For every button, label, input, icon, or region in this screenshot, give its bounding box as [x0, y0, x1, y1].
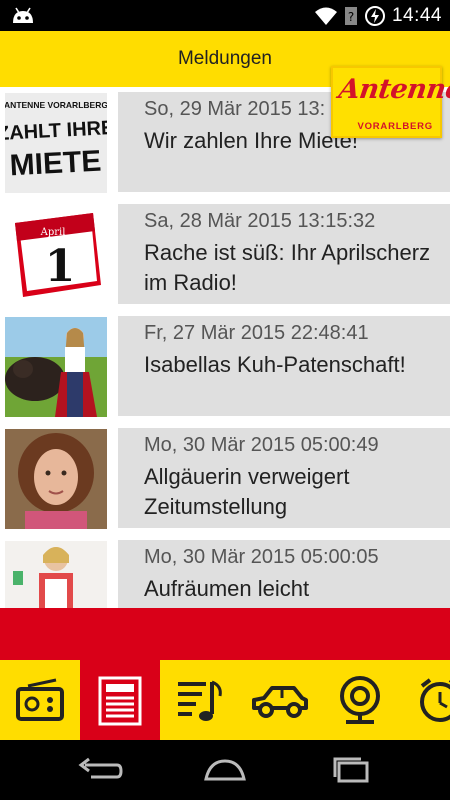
android-debug-icon: [13, 7, 33, 23]
home-icon[interactable]: [200, 755, 250, 785]
news-item[interactable]: Mo, 30 Mär 2015 05:00:05 Aufräumen leich…: [0, 535, 450, 608]
nav-traffic-button[interactable]: [240, 660, 320, 740]
thumb-text-mid: 1: [45, 241, 76, 292]
antenne-vorarlberg-logo[interactable]: Antenne VORARLBERG: [331, 66, 450, 138]
clock: 14:44: [391, 4, 442, 26]
news-card[interactable]: Sa, 28 Mär 2015 13:15:32 Rache ist süß: …: [118, 204, 450, 304]
news-card[interactable]: Mo, 30 Mär 2015 05:00:05 Aufräumen leich…: [118, 540, 450, 608]
news-item[interactable]: Fr, 27 Mär 2015 22:48:41 Isabellas Kuh-P…: [0, 311, 450, 423]
news-item[interactable]: April 1 Sa, 28 Mär 2015 13:15:32 Rache i…: [0, 199, 450, 311]
zahlt-ihre-miete-thumbnail: ANTENNE VORARLBERG ZAHLT IHRE MIETE: [5, 93, 107, 193]
status-bar: ? 14:44: [0, 0, 450, 31]
news-card[interactable]: Fr, 27 Mär 2015 22:48:41 Isabellas Kuh-P…: [118, 316, 450, 416]
news-headline: Rache ist süß: Ihr Aprilscherz im Radio!: [144, 240, 431, 295]
thumb-text-top: ANTENNE VORARLBERG: [5, 100, 107, 110]
news-headline: Aufräumen leicht: [144, 576, 310, 601]
woman-cleaning-thumbnail: [5, 541, 107, 608]
car-icon: [252, 686, 308, 718]
nav-news-button[interactable]: [80, 660, 160, 740]
news-date: Sa, 28 Mär 2015 13:15:32: [144, 210, 376, 232]
news-headline: Allgäuerin verweigert Zeitumstellung: [144, 464, 350, 519]
logo-subtext: VORARLBERG: [357, 121, 433, 132]
news-item[interactable]: Mo, 30 Mär 2015 05:00:49 Allgäuerin verw…: [0, 423, 450, 535]
news-card[interactable]: Mo, 30 Mär 2015 05:00:49 Allgäuerin verw…: [118, 428, 450, 528]
back-icon[interactable]: [75, 755, 125, 785]
recent-apps-icon[interactable]: [327, 755, 377, 785]
nav-playlist-button[interactable]: [160, 660, 240, 740]
wifi-icon: [314, 7, 337, 25]
news-date: Mo, 30 Mär 2015 05:00:49: [144, 434, 379, 456]
bottom-nav: [0, 660, 450, 740]
news-headline: Isabellas Kuh-Patenschaft!: [144, 352, 406, 377]
playlist-music-icon: [178, 680, 222, 721]
news-list[interactable]: ANTENNE VORARLBERG ZAHLT IHRE MIETE So, …: [0, 87, 450, 608]
newspaper-icon: [98, 676, 142, 726]
april-calendar-thumbnail: April 1: [5, 205, 107, 305]
news-date: Fr, 27 Mär 2015 22:48:41: [144, 322, 369, 344]
nav-webcam-button[interactable]: [320, 660, 400, 740]
woman-with-cow-thumbnail: [5, 317, 107, 417]
thumb-text-top: April: [40, 227, 66, 238]
news-date: Mo, 30 Mär 2015 05:00:05: [144, 546, 379, 568]
sim-unknown-icon: ?: [344, 6, 357, 25]
alarm-clock-icon: [420, 678, 450, 722]
radio-icon: [16, 678, 64, 721]
svg-text:?: ?: [348, 10, 354, 24]
logo-brand: Antenne: [336, 74, 450, 105]
thumb-text-bottom: MIETE: [9, 145, 102, 183]
nav-alarm-button[interactable]: [400, 660, 450, 740]
woman-portrait-thumbnail: [5, 429, 107, 529]
system-nav-bar: [0, 740, 450, 800]
player-bar[interactable]: [0, 608, 450, 660]
webcam-icon: [340, 676, 380, 724]
news-date: So, 29 Mär 2015 13:: [144, 98, 326, 120]
nav-radio-button[interactable]: [0, 660, 80, 740]
battery-charging-icon: [364, 5, 385, 26]
